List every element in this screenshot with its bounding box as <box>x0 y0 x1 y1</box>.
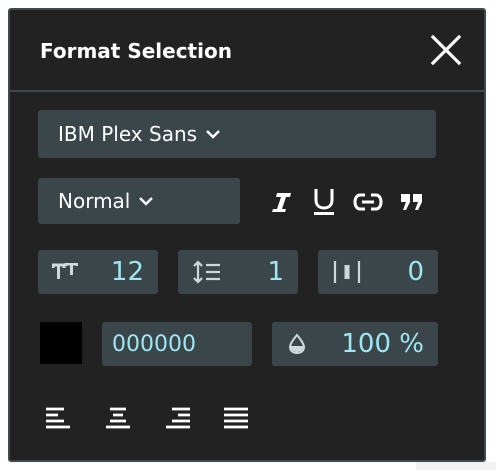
font-size-value: 12 <box>110 257 144 287</box>
italic-icon <box>272 193 291 212</box>
panel-title: Format Selection <box>40 39 232 63</box>
underline-button[interactable] <box>310 186 338 218</box>
color-swatch[interactable] <box>40 322 82 364</box>
font-style-dropdown[interactable]: Normal <box>38 178 240 224</box>
align-center-button[interactable] <box>104 406 132 430</box>
align-left-button[interactable] <box>44 406 72 430</box>
format-selection-panel: Format Selection IBM Plex Sans Normal 12… <box>8 8 486 462</box>
quote-icon <box>401 194 422 210</box>
font-family-value: IBM Plex Sans <box>58 122 198 146</box>
align-justify-icon <box>224 407 248 429</box>
opacity-value: 100 % <box>341 329 424 359</box>
font-style-value: Normal <box>58 189 131 213</box>
link-button[interactable] <box>352 188 384 216</box>
close-icon[interactable] <box>430 34 462 66</box>
font-family-dropdown[interactable]: IBM Plex Sans <box>38 110 436 158</box>
hex-color-input[interactable] <box>112 332 242 357</box>
chevron-down-icon <box>139 197 154 206</box>
hex-color-field[interactable] <box>102 322 252 366</box>
align-right-icon <box>166 407 190 429</box>
line-height-icon <box>193 260 220 284</box>
chevron-down-icon <box>206 130 220 139</box>
underline-icon <box>314 189 334 215</box>
italic-button[interactable] <box>268 188 296 216</box>
line-height-field[interactable]: 1 <box>178 250 298 294</box>
font-size-field[interactable]: 12 <box>38 250 158 294</box>
align-left-icon <box>46 407 70 429</box>
quote-button[interactable] <box>398 188 426 216</box>
letter-spacing-value: 0 <box>407 257 424 287</box>
link-icon <box>353 193 383 211</box>
align-center-icon <box>106 407 130 429</box>
opacity-field[interactable]: 100 % <box>272 322 438 366</box>
letter-spacing-icon <box>333 261 361 283</box>
letter-spacing-field[interactable]: 0 <box>318 250 438 294</box>
panel-header: Format Selection <box>10 10 484 92</box>
opacity-icon <box>288 333 306 355</box>
line-height-value: 1 <box>267 257 284 287</box>
background-strip <box>416 462 496 470</box>
align-justify-button[interactable] <box>222 406 250 430</box>
text-size-icon <box>52 263 78 279</box>
align-right-button[interactable] <box>164 406 192 430</box>
